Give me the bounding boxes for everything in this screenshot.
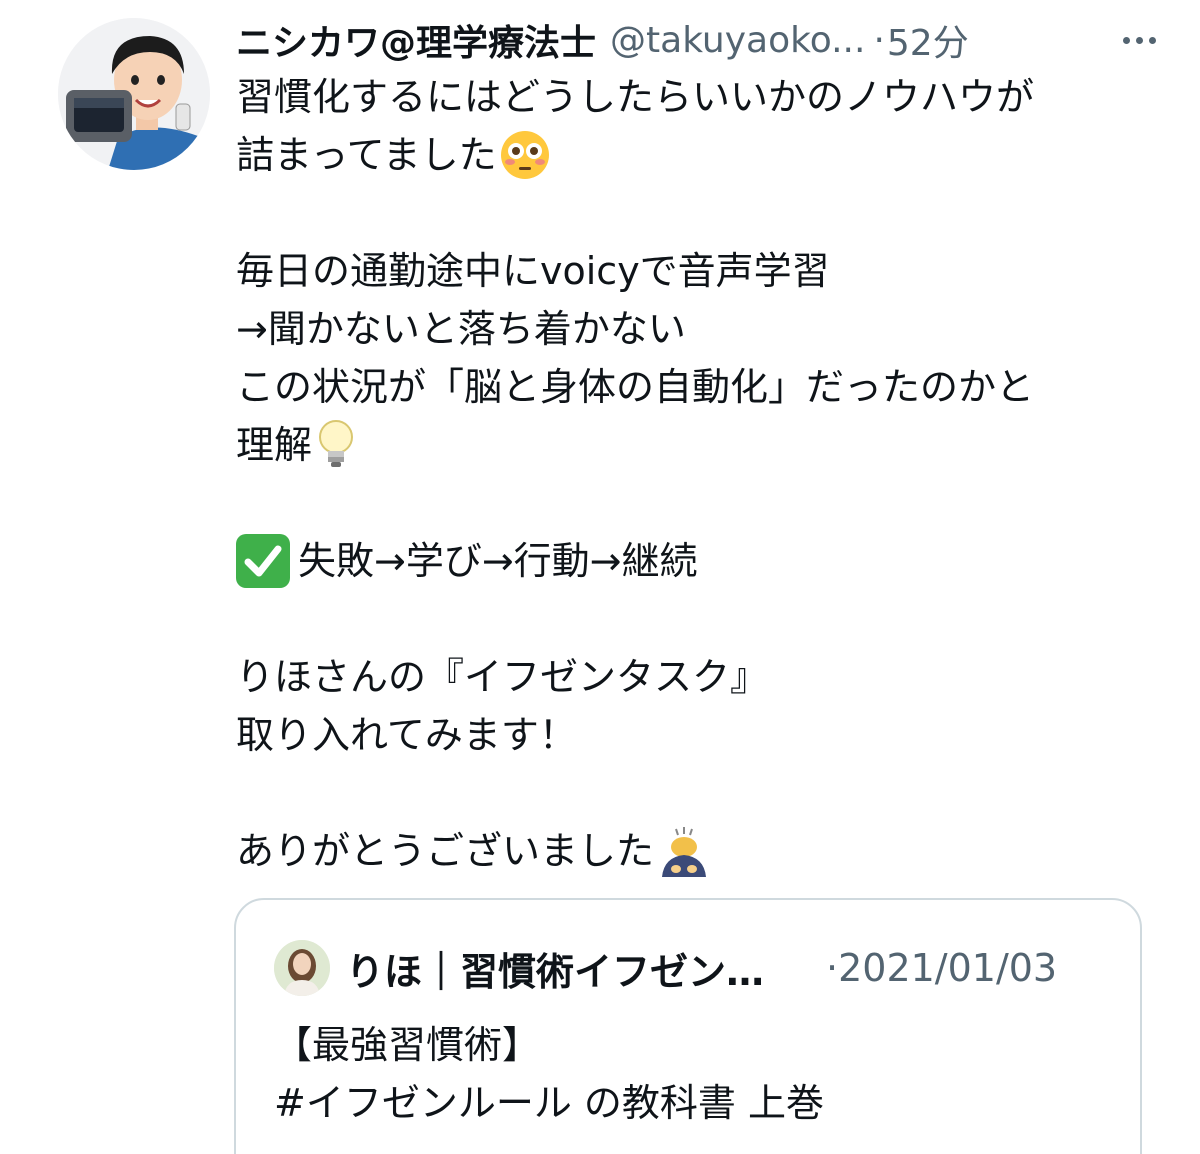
tweet-line: りほさんの『イフゼンタスク』 — [236, 655, 769, 699]
tweet-line: 失敗→学び→行動→継続 — [236, 532, 1156, 590]
quoted-author-name[interactable]: りほ｜習慣術イフゼン… — [346, 941, 806, 996]
header-separator: · — [873, 19, 885, 61]
person-bowing-emoji — [662, 827, 707, 877]
quoted-tweet-text: 【最強習慣術】 #イフゼンルール の教科書 上巻 — [274, 1016, 824, 1132]
tweet-line: 習慣化するにはどうしたらいいかのノウハウが — [236, 75, 1035, 119]
quoted-tweet-header: りほ｜習慣術イフゼン… ·2021/01/03 — [346, 936, 1106, 1000]
avatar-illustration — [58, 18, 210, 170]
tweet-line: 取り入れてみます！ — [236, 713, 577, 757]
tweet-line: ありがとうございました — [236, 822, 1156, 880]
quoted-avatar-photo — [274, 940, 330, 996]
quoted-tweet-line: #イフゼンルール の教科書 上巻 — [274, 1081, 824, 1125]
light-bulb-emoji — [319, 420, 354, 467]
tweet-line: 詰まってました — [236, 126, 1156, 184]
quoted-header-separator: · — [826, 946, 839, 990]
quoted-date-value: 2021/01/03 — [838, 946, 1058, 990]
quoted-tweet-card[interactable]: りほ｜習慣術イフゼン… ·2021/01/03 【最強習慣術】 #イフゼンルール… — [234, 898, 1142, 1154]
quoted-tweet-date: ·2021/01/03 — [826, 946, 1057, 990]
tweet-line: 毎日の通勤途中にvoicyで音声学習 — [236, 249, 830, 293]
more-options-icon[interactable] — [1123, 12, 1156, 68]
tweet-header: ニシカワ@理学療法士 @takuyaoko... · 52分 — [236, 12, 1156, 68]
tweet-time[interactable]: 52分 — [887, 14, 969, 66]
author-avatar[interactable] — [58, 18, 210, 170]
author-name[interactable]: ニシカワ@理学療法士 — [236, 14, 596, 66]
flushed-face-emoji — [500, 131, 549, 179]
check-mark-button-emoji — [236, 534, 290, 588]
quoted-author-avatar[interactable] — [274, 940, 330, 996]
author-handle[interactable]: @takuyaoko... — [610, 20, 865, 61]
quoted-tweet-line: 【最強習慣術】 — [274, 1023, 541, 1067]
tweet-line: 理解 — [236, 416, 1156, 474]
tweet-text: 習慣化するにはどうしたらいいかのノウハウが 詰まってました 毎日の通勤途中にvo… — [236, 68, 1156, 880]
tweet-line: この状況が「脳と身体の自動化」だったのかと — [236, 365, 1035, 409]
tweet-line: →聞かないと落ち着かない — [236, 307, 686, 351]
